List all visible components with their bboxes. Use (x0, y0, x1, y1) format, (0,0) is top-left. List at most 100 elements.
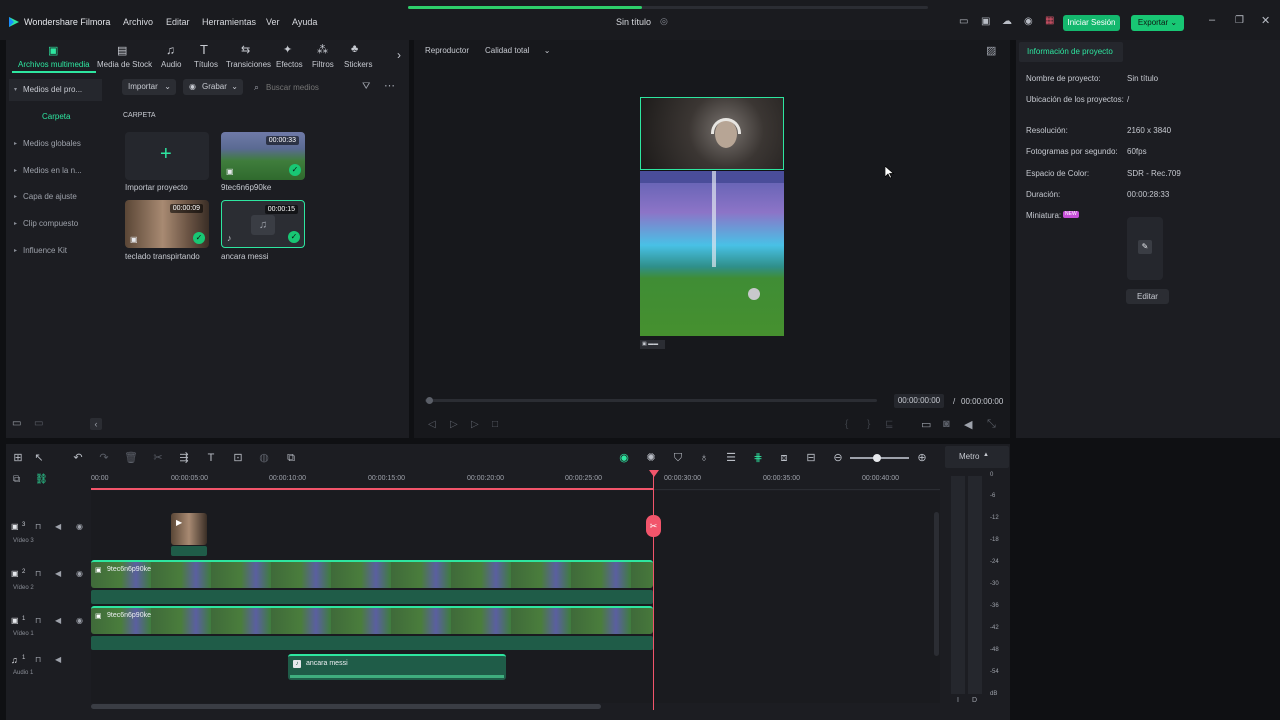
auto-ripple-icon[interactable]: ◉ (617, 451, 631, 465)
sidebar-item-cloud-media[interactable]: ▸ Medios en la n... (9, 160, 102, 182)
mark-in-icon[interactable]: { (845, 419, 848, 430)
edit-thumbnail-button[interactable]: Editar (1126, 289, 1169, 304)
close-icon[interactable]: ✕ (1261, 14, 1270, 27)
menu-herramientas[interactable]: Herramientas (202, 17, 256, 27)
lock-icon[interactable]: ⊓ (35, 569, 41, 578)
login-button[interactable]: Iniciar Sesión (1063, 15, 1120, 31)
zoom-out-icon[interactable]: ⊖ (831, 451, 845, 465)
playhead-handle[interactable] (649, 470, 659, 477)
ai-icon[interactable]: ✺ (644, 451, 658, 465)
support-icon[interactable]: ◉ (1024, 16, 1033, 27)
horizontal-scrollbar[interactable] (91, 704, 601, 709)
tab-audio[interactable]: Audio (161, 60, 181, 69)
current-time[interactable]: 00:00:00:00 (894, 394, 944, 408)
delete-icon[interactable]: 🗑 (124, 451, 138, 465)
import-dropdown[interactable]: Importar ⌄ (122, 79, 176, 95)
tab-effects[interactable]: Efectos (276, 60, 303, 69)
more-options-icon[interactable]: ⋯ (384, 79, 395, 92)
playhead-line[interactable] (653, 470, 654, 710)
menu-archivo[interactable]: Archivo (123, 17, 153, 27)
meter-label[interactable]: Metro (959, 452, 979, 461)
mute-icon[interactable]: ◀ (55, 655, 61, 664)
microphone-icon[interactable]: ♁ (697, 451, 711, 465)
select-tool-icon[interactable]: ↖ (32, 451, 46, 465)
volume-icon[interactable]: ◀ (964, 418, 972, 431)
mark-out-icon[interactable]: } (867, 419, 870, 430)
quality-dropdown[interactable]: Calidad total ⌄ (485, 46, 550, 55)
filter-icon[interactable]: ⛛ (362, 81, 370, 92)
sidebar-item-project-media[interactable]: ▾ Medios del pro... (9, 79, 102, 101)
undo-icon[interactable]: ↶ (71, 451, 85, 465)
link-icon[interactable]: ⛓ (35, 474, 48, 485)
add-track-icon[interactable]: ⧉ (13, 474, 20, 485)
menu-ver[interactable]: Ver (266, 17, 280, 27)
fit-icon[interactable]: ⊟ (804, 451, 818, 465)
layout-icon[interactable]: ▭ (959, 16, 968, 27)
search-input[interactable] (266, 80, 356, 95)
timeline-clip-video3[interactable]: ▶ (171, 513, 207, 545)
pip-icon[interactable]: ⧈ (777, 451, 791, 465)
sidebar-item-adjustment-layer[interactable]: ▸ Capa de ajuste (9, 186, 102, 208)
video-preview[interactable] (640, 97, 784, 336)
clip-audio-waveform[interactable] (91, 636, 653, 650)
camera-icon[interactable]: ◙ (943, 418, 950, 430)
timeline-clip-audio1[interactable]: ♪ ancara messi (288, 654, 506, 680)
media-item-thumbnail[interactable]: 00:00:33 ▣ ✓ (221, 132, 305, 180)
folder-icon[interactable]: ▭ (34, 418, 43, 429)
play-back-icon[interactable]: ▷ (450, 419, 458, 430)
media-item-thumbnail[interactable]: 00:00:09 ▣ ✓ (125, 200, 209, 248)
menu-ayuda[interactable]: Ayuda (292, 17, 317, 27)
fullscreen-icon[interactable]: ⤡ (987, 418, 996, 431)
zoom-in-icon[interactable]: ⊕ (915, 451, 929, 465)
cloud-sync-icon[interactable]: ◎ (660, 16, 668, 27)
collapse-sidebar-icon[interactable]: ‹ (90, 418, 102, 430)
apps-grid-icon[interactable]: ▦ (1045, 15, 1054, 26)
sidebar-item-influence-kit[interactable]: ▸ Influence Kit (9, 240, 102, 262)
scrubber-handle[interactable] (426, 397, 433, 404)
text-tool-icon[interactable]: T (204, 451, 218, 465)
lock-icon[interactable]: ⊓ (35, 655, 41, 664)
new-folder-icon[interactable]: ▭ (12, 418, 21, 429)
tab-filters[interactable]: Filtros (312, 60, 334, 69)
mute-icon[interactable]: ◀ (55, 522, 61, 531)
eye-icon[interactable]: ◉ (76, 522, 83, 531)
player-tab[interactable]: Reproductor (425, 46, 469, 55)
chevron-right-icon[interactable]: › (397, 48, 401, 62)
mute-icon[interactable]: ◀ (55, 616, 61, 625)
marker-icon[interactable]: ⛉ (671, 451, 685, 465)
crop-icon[interactable]: ⊡ (231, 451, 245, 465)
color-icon[interactable]: ◍ (257, 451, 271, 465)
timeline-ruler[interactable] (91, 470, 940, 490)
media-item-thumbnail[interactable]: 00:00:15 ♫ ♪ ✓ (221, 200, 305, 248)
redo-icon[interactable]: ↷ (97, 451, 111, 465)
tab-stock-media[interactable]: Media de Stock (97, 60, 152, 69)
prev-frame-icon[interactable]: ◁ (428, 419, 436, 430)
layout-grid-icon[interactable]: ⊞ (11, 451, 25, 465)
export-button[interactable]: Exportar ⌄ (1131, 15, 1184, 31)
speed-icon[interactable]: ⇶ (177, 451, 191, 465)
timeline-clip-video2[interactable]: ▣ 9tec6n6p90ke (91, 560, 653, 588)
maximize-icon[interactable]: ❐ (1235, 15, 1244, 26)
save-icon[interactable]: ▣ (981, 16, 990, 27)
snapshot-icon[interactable]: ▨ (986, 44, 996, 57)
import-project-tile[interactable]: + (125, 132, 209, 180)
snap-icon[interactable]: ⋕ (751, 451, 765, 465)
tab-project-info[interactable]: Información de proyecto (1019, 42, 1123, 62)
vertical-scrollbar[interactable] (934, 512, 939, 656)
lock-icon[interactable]: ⊓ (35, 522, 41, 531)
minimize-icon[interactable]: – (1209, 14, 1215, 26)
split-icon[interactable]: ✂ (151, 451, 165, 465)
timeline-clip-video1[interactable]: ▣ 9tec6n6p90ke (91, 606, 653, 634)
play-icon[interactable]: ▷ (471, 419, 479, 430)
record-dropdown[interactable]: ◉ Grabar ⌄ (183, 79, 243, 95)
menu-editar[interactable]: Editar (166, 17, 190, 27)
sidebar-item-folder[interactable]: Carpeta (9, 106, 102, 128)
split-marker-icon[interactable]: ✂ (646, 515, 661, 537)
tab-media-files[interactable]: Archivos multimedia (18, 60, 90, 69)
eye-icon[interactable]: ◉ (76, 569, 83, 578)
audio-mix-icon[interactable]: ☰ (724, 451, 738, 465)
tab-stickers[interactable]: Stickers (344, 60, 372, 69)
cloud-icon[interactable]: ☁ (1002, 16, 1012, 27)
sidebar-item-global-media[interactable]: ▸ Medios globales (9, 133, 102, 155)
tab-titles[interactable]: Títulos (194, 60, 218, 69)
